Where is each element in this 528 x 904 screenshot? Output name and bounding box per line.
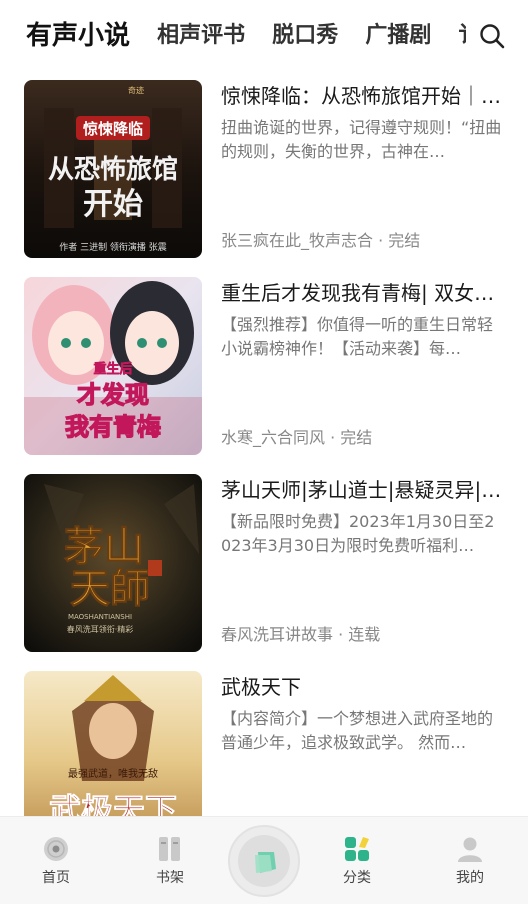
cover-big-text: 武极天下 (49, 791, 177, 816)
cover-title-text: 重生后 (93, 361, 132, 377)
book-cover[interactable]: 重生后 才发现 我有青梅 (24, 277, 202, 455)
book-description: 【内容简介】一个梦想进入武府圣地的普通少年，追求极致武学。 然而… (221, 709, 494, 752)
cover-big-text-2: 我有青梅 (65, 413, 161, 441)
book-title[interactable]: 武极天下 (221, 673, 504, 701)
cover-big-text-2: 开始 (83, 187, 143, 222)
book-list: 惊悚降临 从恐怖旅馆 开始 作者 三进制 领衔演播 张震 奇迹 惊悚降临：从恐怖… (0, 72, 528, 816)
book-info: 重生后才发现我有青梅| 双女主… 【强烈推荐】你值得一听的重生日常轻小说霸榜神作… (221, 277, 504, 455)
book-title[interactable]: 惊悚降临：从恐怖旅馆开始｜多人… (221, 82, 504, 110)
book-list-item[interactable]: 茅山 天師 MAOSHANTIANSHI 春风洗耳领衔·精彩 茅山天师|茅山道士… (24, 474, 504, 654)
tab-audio-novels[interactable]: 有声小说 (26, 18, 130, 54)
top-bar: 有声小说 相声评书 脱口秀 广播剧 讠 (0, 0, 528, 72)
cover-footer: 作者 三进制 领衔演播 张震 (59, 241, 167, 253)
category-tabs: 有声小说 相声评书 脱口秀 广播剧 讠 (26, 18, 466, 54)
nav-category[interactable]: 分类 (322, 835, 392, 887)
cover-title-text: 惊悚降临 (83, 120, 143, 138)
now-playing-button[interactable] (228, 825, 300, 897)
bookshelf-icon (159, 837, 180, 861)
book-list-item[interactable]: 最强武道，唯我无敌 武极天下 武极天下 【内容简介】一个梦想进入武府圣地的普通少… (24, 671, 504, 816)
book-cover[interactable]: 惊悚降临 从恐怖旅馆 开始 作者 三进制 领衔演播 张震 奇迹 (24, 80, 202, 258)
cover-big-text: 从恐怖旅馆 (48, 154, 178, 185)
book-info: 茅山天师|茅山道士|悬疑灵异|… 【新品限时免费】2023年1月30日至2023… (221, 474, 504, 652)
cover-big-text-2: 天師 (70, 565, 150, 612)
book-meta: 水寒_六合同风 · 完结 (221, 428, 373, 447)
book-cover[interactable]: 最强武道，唯我无敌 武极天下 (24, 671, 202, 816)
book-title[interactable]: 茅山天师|茅山道士|悬疑灵异|… (221, 476, 504, 504)
cover-big-text: 才发现 (77, 381, 149, 409)
nav-profile[interactable]: 我的 (435, 835, 505, 887)
cover-title-text: MAOSHANTIANSHI (68, 613, 132, 621)
tab-crosstalk[interactable]: 相声评书 (157, 18, 245, 54)
nav-home-label: 首页 (42, 870, 70, 886)
tab-talk-show[interactable]: 脱口秀 (272, 18, 338, 54)
nav-category-label: 分类 (343, 870, 371, 886)
category-icon (345, 837, 369, 861)
book-info: 武极天下 【内容简介】一个梦想进入武府圣地的普通少年，追求极致武学。 然而… (221, 671, 504, 816)
nav-profile-label: 我的 (456, 870, 484, 886)
cover-footer: 春风洗耳领衔·精彩 (67, 624, 134, 634)
profile-icon (458, 837, 482, 862)
book-description: 扭曲诡诞的世界，记得遵守规则！“扭曲的规则，失衡的世界，古神在… (221, 118, 502, 161)
book-meta: 张三疯在此_牧声志合 · 完结 (221, 231, 421, 250)
book-description: 【新品限时免费】2023年1月30日至2023年3月30日为限时免费听福利… (221, 512, 495, 555)
play-center-icon (255, 852, 276, 873)
tab-more[interactable]: 讠 (458, 18, 466, 54)
book-description: 【强烈推荐】你值得一听的重生日常轻小说霸榜神作！【活动来袭】每… (221, 315, 494, 358)
tab-radio-drama[interactable]: 广播剧 (365, 18, 431, 54)
book-title[interactable]: 重生后才发现我有青梅| 双女主… (221, 279, 504, 307)
book-cover[interactable]: 茅山 天師 MAOSHANTIANSHI 春风洗耳领衔·精彩 (24, 474, 202, 652)
bottom-nav: 首页 书架 分类 我的 (0, 816, 528, 904)
cover-title-text: 最强武道，唯我无敌 (68, 767, 158, 780)
search-icon[interactable] (478, 22, 506, 50)
nav-home[interactable]: 首页 (21, 835, 91, 887)
book-meta: 春风洗耳讲故事 · 连载 (221, 625, 381, 644)
cover-big-text: 茅山 (64, 523, 144, 570)
book-info: 惊悚降临：从恐怖旅馆开始｜多人… 扭曲诡诞的世界，记得遵守规则！“扭曲的规则，失… (221, 80, 504, 258)
book-list-item[interactable]: 惊悚降临 从恐怖旅馆 开始 作者 三进制 领衔演播 张震 奇迹 惊悚降临：从恐怖… (24, 80, 504, 260)
disc-icon (44, 837, 68, 861)
cover-badge: 奇迹 (128, 85, 144, 95)
book-list-item[interactable]: 重生后 才发现 我有青梅 重生后才发现我有青梅| 双女主… 【强烈推荐】你值得一… (24, 277, 504, 457)
nav-bookshelf-label: 书架 (156, 870, 184, 886)
nav-bookshelf[interactable]: 书架 (135, 835, 205, 887)
